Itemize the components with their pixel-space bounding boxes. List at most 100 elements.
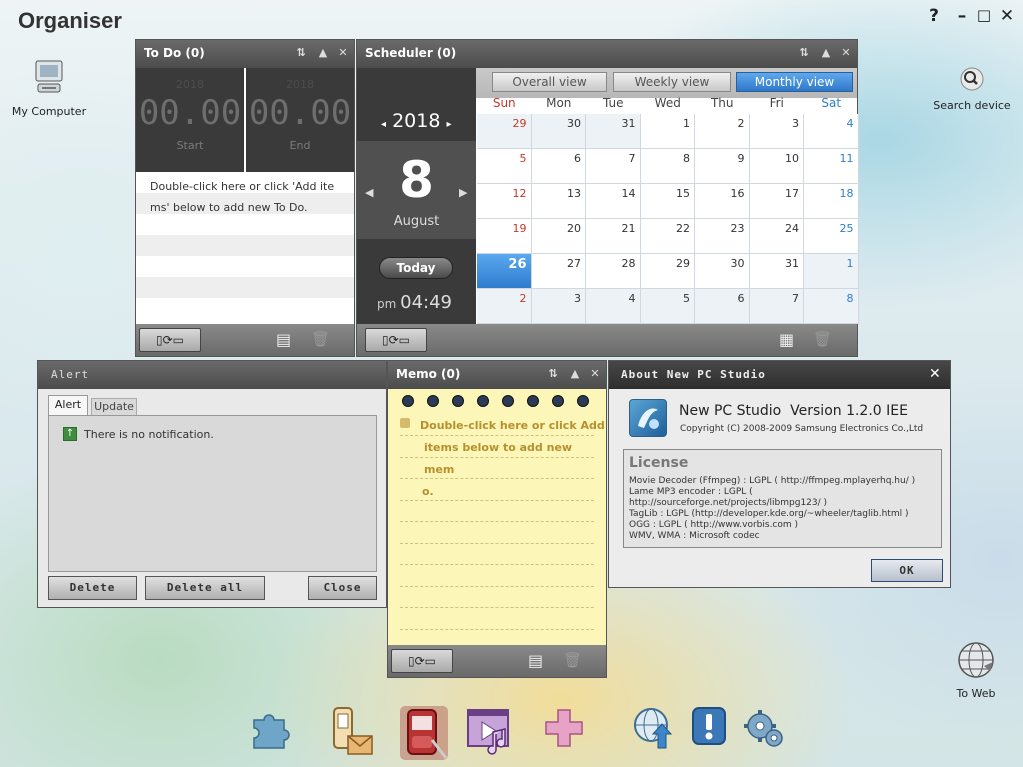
- calendar-day[interactable]: 23: [695, 219, 750, 254]
- calendar-day[interactable]: 5: [640, 289, 695, 324]
- calendar-day[interactable]: 6: [695, 289, 750, 324]
- add-memo-icon[interactable]: ▤: [528, 651, 543, 670]
- calendar-day[interactable]: 7: [749, 289, 804, 324]
- calendar-day[interactable]: 2: [695, 114, 750, 149]
- help-button[interactable]: ?: [924, 6, 944, 26]
- tab-alert[interactable]: Alert: [48, 395, 88, 415]
- todo-list[interactable]: Double-click here or click 'Add ite ms' …: [136, 172, 354, 326]
- calendar-day[interactable]: 1: [804, 254, 859, 289]
- calendar-day[interactable]: 29: [640, 254, 695, 289]
- close-icon[interactable]: ✕: [839, 46, 853, 59]
- calendar-day[interactable]: 2: [477, 289, 532, 324]
- memo-hint[interactable]: Double-click here or click Add items bel…: [420, 415, 606, 503]
- search-device-shortcut[interactable]: Search device: [931, 66, 1013, 112]
- delete-icon[interactable]: 🗑: [311, 330, 330, 348]
- calendar-day[interactable]: 14: [586, 184, 641, 219]
- collapse-icon[interactable]: ▲: [819, 46, 833, 59]
- year-selector[interactable]: ◂ 2018 ▸: [381, 110, 452, 132]
- sync-button[interactable]: ▯⟳▭: [139, 328, 201, 352]
- calendar-day[interactable]: 29: [477, 114, 532, 149]
- calendar-day[interactable]: 8: [804, 289, 859, 324]
- to-web-shortcut[interactable]: To Web: [936, 640, 1016, 700]
- sync-button[interactable]: ▯⟳▭: [391, 649, 453, 673]
- calendar-day[interactable]: 25: [804, 219, 859, 254]
- calendar-day[interactable]: 16: [695, 184, 750, 219]
- my-computer-shortcut[interactable]: My Computer: [9, 58, 89, 118]
- calendar-day[interactable]: 3: [749, 114, 804, 149]
- sync-button[interactable]: ▯⟳▭: [365, 328, 427, 352]
- puzzle-icon[interactable]: [246, 704, 296, 760]
- add-plus-icon[interactable]: [540, 704, 590, 760]
- ring-icon: [402, 395, 414, 407]
- license-line: WMV, WMA : Microsoft codec: [629, 531, 760, 541]
- todo-panel: To Do (0) ⇅ ▲ ✕ 2018 00.00 Start 2018 00…: [135, 39, 355, 357]
- calendar-day[interactable]: 30: [695, 254, 750, 289]
- ring-icon: [552, 395, 564, 407]
- calendar-day[interactable]: 18: [804, 184, 859, 219]
- delete-icon[interactable]: 🗑: [813, 330, 832, 348]
- calendar-day[interactable]: 13: [531, 184, 586, 219]
- web-upload-icon[interactable]: [630, 704, 680, 760]
- sort-icon[interactable]: ⇅: [294, 46, 308, 59]
- tab-update[interactable]: Update: [91, 398, 137, 415]
- calendar-day[interactable]: 10: [749, 149, 804, 184]
- time-label: 04:49: [400, 292, 453, 313]
- calendar-day[interactable]: 27: [531, 254, 586, 289]
- calendar-day[interactable]: 5: [477, 149, 532, 184]
- selected-month: August: [393, 214, 440, 229]
- tab-weekly-view[interactable]: Weekly view: [613, 72, 731, 92]
- calendar-day[interactable]: 12: [477, 184, 532, 219]
- calendar-day[interactable]: 11: [804, 149, 859, 184]
- sort-icon[interactable]: ⇅: [546, 367, 560, 380]
- maximize-button[interactable]: □: [974, 6, 994, 24]
- calendar-day[interactable]: 31: [749, 254, 804, 289]
- weekday-fri: Fri: [769, 96, 784, 110]
- calendar-day[interactable]: 15: [640, 184, 695, 219]
- calendar-day[interactable]: 24: [749, 219, 804, 254]
- calendar-day[interactable]: 19: [477, 219, 532, 254]
- add-item-icon[interactable]: ▤: [276, 330, 291, 349]
- calendar-day[interactable]: 28: [586, 254, 641, 289]
- license-box: License Movie Decoder (Ffmpeg) : LGPL ( …: [623, 449, 942, 548]
- calendar-day[interactable]: 7: [586, 149, 641, 184]
- license-title: License: [629, 455, 689, 471]
- calendar-day[interactable]: 1: [640, 114, 695, 149]
- sort-icon[interactable]: ⇅: [797, 46, 811, 59]
- ok-button[interactable]: OK: [871, 559, 943, 582]
- minimize-button[interactable]: –: [952, 6, 972, 26]
- calendar-day-selected[interactable]: 26: [477, 254, 532, 289]
- close-button[interactable]: ✕: [997, 6, 1017, 26]
- close-alert-button[interactable]: Close: [308, 576, 377, 600]
- calendar-day[interactable]: 4: [586, 289, 641, 324]
- tab-monthly-view[interactable]: Monthly view: [736, 72, 853, 92]
- calendar-day[interactable]: 17: [749, 184, 804, 219]
- calendar-day[interactable]: 22: [640, 219, 695, 254]
- alert-icon[interactable]: [688, 704, 738, 760]
- tab-overall-view[interactable]: Overall view: [492, 72, 607, 92]
- delete-all-button[interactable]: Delete all: [145, 576, 265, 600]
- today-button[interactable]: Today: [379, 257, 453, 279]
- calendar-day[interactable]: 8: [640, 149, 695, 184]
- add-event-icon[interactable]: ▦: [779, 330, 794, 349]
- close-icon[interactable]: ✕: [929, 366, 941, 382]
- phone-message-icon[interactable]: [328, 704, 378, 760]
- calendar-day[interactable]: 9: [695, 149, 750, 184]
- collapse-icon[interactable]: ▲: [568, 367, 582, 380]
- settings-icon[interactable]: [740, 704, 790, 760]
- close-icon[interactable]: ✕: [336, 46, 350, 59]
- delete-icon[interactable]: 🗑: [563, 651, 582, 669]
- calendar-day[interactable]: 21: [586, 219, 641, 254]
- calendar-day[interactable]: 3: [531, 289, 586, 324]
- calendar-day[interactable]: 6: [531, 149, 586, 184]
- calendar-day[interactable]: 30: [531, 114, 586, 149]
- collapse-icon[interactable]: ▲: [316, 46, 330, 59]
- organiser-icon[interactable]: [398, 704, 448, 760]
- memo-line: [400, 585, 594, 587]
- calendar-day[interactable]: 4: [804, 114, 859, 149]
- year-label: 2018: [392, 110, 441, 132]
- calendar-day[interactable]: 20: [531, 219, 586, 254]
- delete-button[interactable]: Delete: [48, 576, 137, 600]
- calendar-day[interactable]: 31: [586, 114, 641, 149]
- close-icon[interactable]: ✕: [588, 367, 602, 380]
- multimedia-icon[interactable]: [464, 704, 514, 760]
